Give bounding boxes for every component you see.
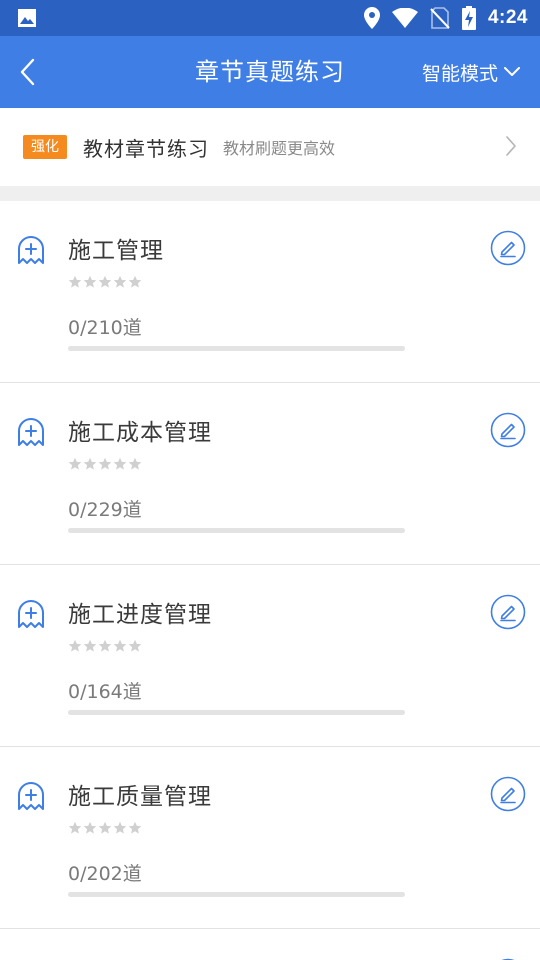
- star-icon: [68, 275, 82, 288]
- star-icon: [98, 639, 112, 652]
- edit-icon[interactable]: [490, 594, 526, 630]
- star-icon: [128, 457, 142, 470]
- chapter-title: 施工进度管理: [68, 602, 212, 628]
- banner-subtitle: 教材刷题更高效: [223, 139, 336, 158]
- chapter-list: 施工管理 0/210道 施工成本管理 0/229道 施工进度管理 0/164道 …: [0, 201, 540, 960]
- app-bar: 章节真题练习 智能模式: [0, 36, 540, 108]
- chapter-title: 施工成本管理: [68, 420, 212, 446]
- star-icon: [83, 639, 97, 652]
- star-icon: [98, 457, 112, 470]
- enhance-badge: 强化: [23, 135, 67, 159]
- edit-icon[interactable]: [490, 776, 526, 812]
- chapter-icon: [18, 782, 44, 810]
- chapter-item[interactable]: 施工管理 0/210道: [0, 201, 540, 383]
- star-icon: [68, 639, 82, 652]
- status-icons: 4:24: [363, 5, 528, 31]
- status-bar: 4:24: [0, 0, 540, 36]
- star-icon: [128, 821, 142, 834]
- chapter-item[interactable]: 施工成本管理 0/229道: [0, 383, 540, 565]
- banner-title: 教材章节练习: [83, 136, 209, 161]
- no-sim-icon: [430, 7, 450, 29]
- back-button[interactable]: [8, 52, 48, 92]
- battery-charging-icon: [461, 6, 476, 30]
- chapter-title: 施工管理: [68, 238, 164, 264]
- star-icon: [128, 639, 142, 652]
- back-arrow-icon: [20, 58, 35, 86]
- chapter-item[interactable]: 施工进度管理 0/164道: [0, 565, 540, 747]
- chapter-item[interactable]: 施工质量管理 0/202道: [0, 747, 540, 929]
- status-time: 4:24: [487, 7, 528, 28]
- chapter-progress-bar: [68, 892, 405, 897]
- chapter-rating: [68, 821, 142, 835]
- mode-selector[interactable]: 智能模式: [422, 54, 520, 90]
- star-icon: [68, 821, 82, 834]
- chapter-title: 施工质量管理: [68, 784, 212, 810]
- chapter-count: 0/164道: [68, 681, 142, 703]
- chapter-rating: [68, 275, 142, 289]
- chapter-item-partial[interactable]: [0, 929, 540, 960]
- star-icon: [83, 457, 97, 470]
- chapter-icon: [18, 418, 44, 446]
- star-icon: [113, 821, 127, 834]
- chapter-rating: [68, 639, 142, 653]
- chevron-down-icon: [504, 67, 520, 76]
- star-icon: [113, 457, 127, 470]
- chapter-rating: [68, 457, 142, 471]
- chapter-count: 0/210道: [68, 317, 142, 339]
- chapter-progress-bar: [68, 346, 405, 351]
- chapter-progress-bar: [68, 710, 405, 715]
- chapter-progress-bar: [68, 528, 405, 533]
- star-icon: [98, 821, 112, 834]
- star-icon: [113, 275, 127, 288]
- textbook-practice-banner[interactable]: 强化 教材章节练习 教材刷题更高效: [0, 108, 540, 186]
- wifi-icon: [391, 8, 418, 28]
- image-icon: [18, 9, 36, 27]
- star-icon: [68, 457, 82, 470]
- section-divider: [0, 186, 540, 201]
- chapter-icon: [18, 600, 44, 628]
- edit-icon[interactable]: [490, 230, 526, 266]
- star-icon: [128, 275, 142, 288]
- star-icon: [83, 821, 97, 834]
- star-icon: [113, 639, 127, 652]
- chapter-count: 0/229道: [68, 499, 142, 521]
- star-icon: [83, 275, 97, 288]
- star-icon: [98, 275, 112, 288]
- chapter-count: 0/202道: [68, 863, 142, 885]
- mode-label: 智能模式: [421, 62, 498, 85]
- chapter-icon: [18, 236, 44, 264]
- edit-icon[interactable]: [490, 412, 526, 448]
- chevron-right-icon: [506, 136, 516, 156]
- location-icon: [363, 7, 380, 29]
